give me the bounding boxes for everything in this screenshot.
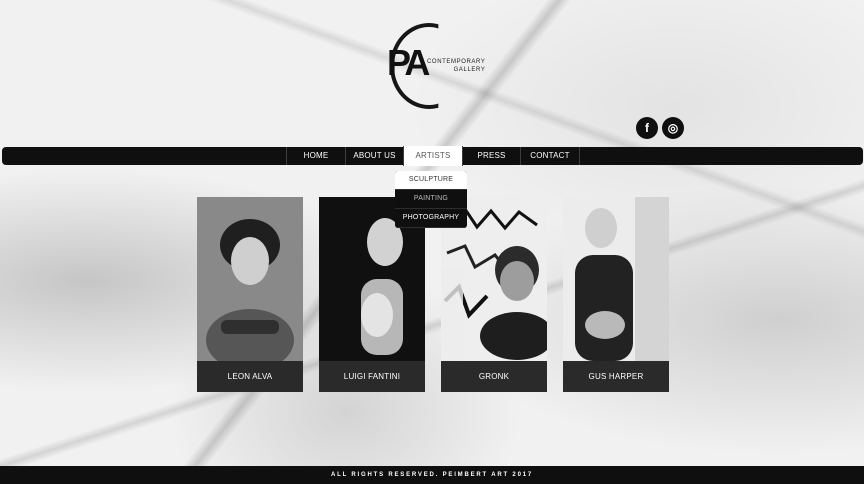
facebook-icon[interactable]: f [636, 117, 658, 139]
artist-name-gronk: GRONK [441, 361, 547, 392]
dropdown-item-photography[interactable]: PHOTOGRAPHY [395, 209, 467, 228]
logo-mark: PA [387, 42, 430, 83]
artist-photo-gus-harper [563, 197, 669, 361]
logo-line-2: GALLERY [453, 67, 486, 73]
artist-name-leon-alva: LEON ALVA [197, 361, 303, 392]
artist-card-leon-alva[interactable]: LEON ALVA [197, 197, 303, 392]
nav-about-us[interactable]: ABOUT US [345, 147, 404, 165]
footer-copyright: ALL RIGHTS RESERVED. PEIMBERT ART 2017 [0, 466, 864, 484]
artist-name-gus-harper: GUS HARPER [563, 361, 669, 392]
nav-home[interactable]: HOME [286, 147, 346, 165]
nav-artists[interactable]: ARTISTS [403, 146, 463, 166]
logo-line-1: CONTEMPORARY [427, 59, 486, 65]
instagram-icon[interactable]: ◎ [662, 117, 684, 139]
nav-contact[interactable]: CONTACT [520, 147, 580, 165]
dropdown-item-painting[interactable]: PAINTING [395, 190, 467, 209]
artists-dropdown-menu: SCULPTURE PAINTING PHOTOGRAPHY [395, 171, 467, 228]
artist-card-gus-harper[interactable]: GUS HARPER [563, 197, 669, 392]
dropdown-item-sculpture[interactable]: SCULPTURE [395, 171, 467, 190]
logo-text: CONTEMPORARY GALLERY [427, 58, 485, 74]
nav-press[interactable]: PRESS [462, 147, 521, 165]
artist-photo-leon-alva [197, 197, 303, 361]
gallery-logo[interactable]: PA CONTEMPORARY GALLERY [387, 23, 485, 109]
artist-name-luigi-fantini: LUIGI FANTINI [319, 361, 425, 392]
